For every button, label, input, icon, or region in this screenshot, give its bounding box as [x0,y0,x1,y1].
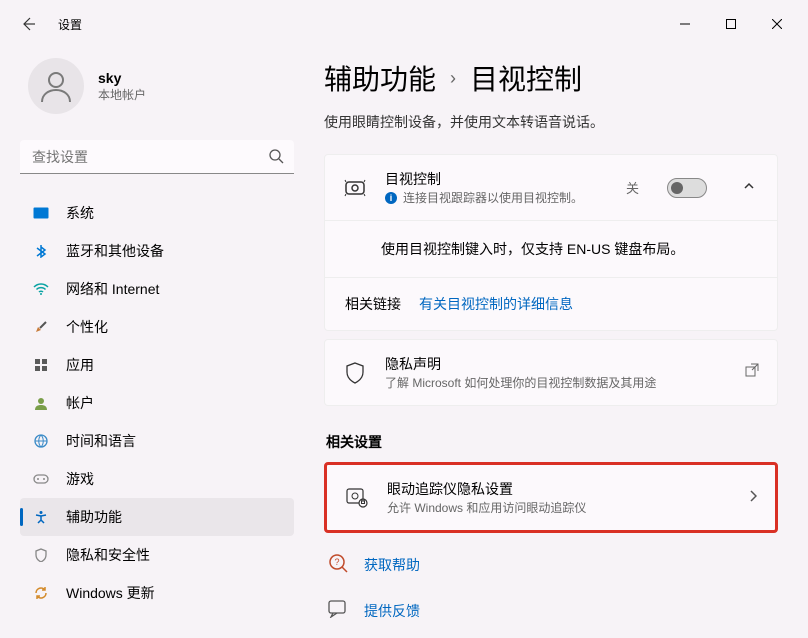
svg-text:?: ? [334,557,339,567]
chevron-right-icon [749,489,757,507]
page-description: 使用眼睛控制设备，并使用文本转语音说话。 [324,112,778,132]
tracker-icon [345,488,369,508]
related-links-label: 相关链接 [345,294,401,314]
eye-control-card: 目视控制 i 连接目视跟踪器以使用目视控制。 关 使用目视控制键入时，仅支持 E… [324,154,778,331]
sidebar-item-network[interactable]: 网络和 Internet [20,270,294,308]
sidebar-item-label: 游戏 [66,469,94,489]
minimize-button[interactable] [662,8,708,40]
profile[interactable]: sky 本地帐户 [20,48,294,140]
sidebar-item-label: 时间和语言 [66,431,136,451]
breadcrumb: 辅助功能 › 目视控制 [324,58,778,98]
sidebar-item-apps[interactable]: 应用 [20,346,294,384]
related-settings-header: 相关设置 [326,432,778,452]
eye-control-title: 目视控制 [385,169,608,189]
person-icon [32,394,50,412]
sidebar-item-label: 蓝牙和其他设备 [66,241,164,261]
search-icon [268,148,284,169]
tracker-sub: 允许 Windows 和应用访问眼动追踪仪 [387,499,731,516]
wifi-icon [32,280,50,298]
sidebar-item-accessibility[interactable]: 辅助功能 [20,498,294,536]
close-button[interactable] [754,8,800,40]
accessibility-icon [32,508,50,526]
sidebar-item-windows-update[interactable]: Windows 更新 [20,574,294,612]
shield-outline-icon [343,362,367,384]
sidebar-item-gaming[interactable]: 游戏 [20,460,294,498]
feedback-icon [328,600,348,621]
sidebar-item-label: 隐私和安全性 [66,545,150,565]
display-icon [32,204,50,222]
apps-icon [32,356,50,374]
update-icon [32,584,50,602]
get-help-row[interactable]: ? 获取帮助 [324,541,778,588]
globe-icon [32,432,50,450]
sidebar-item-time-language[interactable]: 时间和语言 [20,422,294,460]
eye-control-toggle[interactable] [667,178,707,198]
sidebar-item-label: 辅助功能 [66,507,122,527]
chevron-right-icon: › [450,68,456,89]
sidebar-item-label: 帐户 [66,393,94,413]
eye-tracker-privacy-card[interactable]: 眼动追踪仪隐私设置 允许 Windows 和应用访问眼动追踪仪 [324,462,778,533]
sidebar-item-bluetooth[interactable]: 蓝牙和其他设备 [20,232,294,270]
sidebar-item-accounts[interactable]: 帐户 [20,384,294,422]
feedback-row[interactable]: 提供反馈 [324,588,778,633]
info-icon: i [385,192,397,204]
search-input[interactable] [20,140,294,174]
sidebar-item-label: Windows 更新 [66,583,155,603]
eye-control-sub: 连接目视跟踪器以使用目视控制。 [403,189,583,206]
maximize-button[interactable] [708,8,754,40]
external-link-icon [745,363,759,382]
back-button[interactable] [8,4,48,44]
help-icon: ? [328,553,348,576]
privacy-title: 隐私声明 [385,354,727,374]
feedback-link[interactable]: 提供反馈 [364,601,420,621]
toggle-state-label: 关 [626,178,639,197]
eye-control-note: 使用目视控制键入时，仅支持 EN-US 键盘布局。 [325,220,777,277]
breadcrumb-parent[interactable]: 辅助功能 [324,58,436,98]
privacy-statement-card[interactable]: 隐私声明 了解 Microsoft 如何处理你的目视控制数据及其用途 [324,339,778,406]
sidebar-item-system[interactable]: 系统 [20,194,294,232]
avatar [28,58,84,114]
brush-icon [32,318,50,336]
shield-icon [32,546,50,564]
sidebar-item-label: 系统 [66,203,94,223]
gamepad-icon [32,470,50,488]
profile-sub: 本地帐户 [98,86,146,103]
search-box[interactable] [20,140,294,174]
expand-chevron[interactable] [739,179,759,197]
sidebar-item-label: 网络和 Internet [66,279,159,299]
sidebar-item-personalization[interactable]: 个性化 [20,308,294,346]
privacy-sub: 了解 Microsoft 如何处理你的目视控制数据及其用途 [385,374,727,391]
profile-name: sky [98,70,146,86]
bluetooth-icon [32,242,50,260]
breadcrumb-current: 目视控制 [470,58,582,98]
eye-control-details-link[interactable]: 有关目视控制的详细信息 [419,294,573,314]
sidebar-item-privacy[interactable]: 隐私和安全性 [20,536,294,574]
sidebar-item-label: 应用 [66,355,94,375]
window-title: 设置 [58,16,82,33]
sidebar-item-label: 个性化 [66,317,108,337]
eye-control-icon [343,176,367,200]
tracker-title: 眼动追踪仪隐私设置 [387,479,731,499]
get-help-link[interactable]: 获取帮助 [364,555,420,575]
